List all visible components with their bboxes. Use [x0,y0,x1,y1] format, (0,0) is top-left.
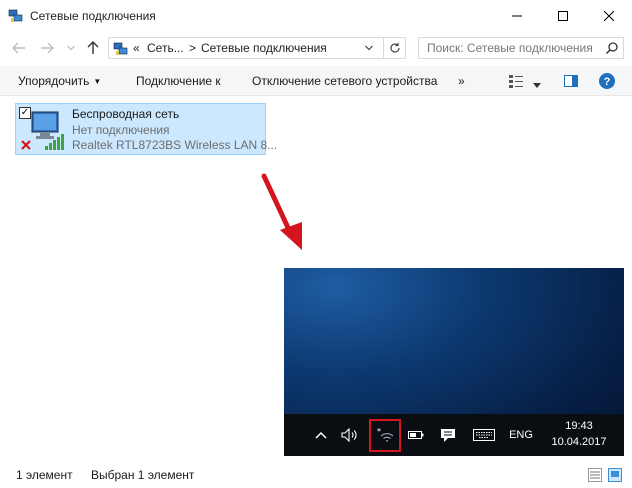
breadcrumb-item-network[interactable]: Сеть... [147,41,184,55]
preview-pane-button[interactable] [563,73,579,89]
speaker-icon [341,428,357,442]
refresh-button[interactable] [384,37,406,59]
status-bar: 1 элемент Выбран 1 элемент [0,462,632,488]
red-arrow-annotation [261,173,302,250]
details-view-icon [509,75,523,88]
connect-to-button[interactable]: Подключение к [136,74,221,88]
help-button[interactable]: ? [598,72,616,90]
battery-button[interactable] [404,414,428,456]
close-button[interactable] [586,0,632,32]
minimize-button[interactable] [494,0,540,32]
volume-button[interactable] [338,414,362,456]
chevron-down-icon [365,45,373,51]
back-button[interactable] [10,39,28,57]
search-input[interactable]: Поиск: Сетевые подключения [418,37,624,59]
chevron-up-icon [315,431,327,439]
details-view-icon [588,468,602,482]
title-bar: Сетевые подключения [0,0,632,32]
chevron-down-icon [67,45,75,51]
connection-item-wireless[interactable]: ✓ Беспроводная сеть Нет подключения Real… [15,103,277,155]
battery-icon [408,431,424,439]
disconnect-device-button[interactable]: Отключение сетевого устройства [252,74,437,88]
connection-name: Беспроводная сеть [72,107,180,121]
command-bar: Упорядочить ▼ Подключение к Отключение се… [0,66,632,96]
forward-arrow-icon [41,42,54,54]
up-arrow-icon [87,41,99,54]
breadcrumb-overflow[interactable]: « [133,41,140,55]
large-icons-view-toggle[interactable] [608,468,622,482]
recent-locations-button[interactable] [62,39,80,57]
view-dropdown-button[interactable] [533,77,543,88]
svg-text:?: ? [604,76,611,88]
help-icon: ? [599,73,615,89]
breadcrumb-item-connections[interactable]: Сетевые подключения [201,41,327,55]
view-options-button[interactable] [508,73,524,89]
organize-label: Упорядочить [18,74,90,88]
clock-time: 19:43 [565,420,593,432]
preview-pane-icon [564,75,578,87]
taskbar: * ENG 19:43 10.04.2017 [284,414,624,456]
network-connections-icon [8,9,23,22]
close-icon [604,11,614,21]
back-arrow-icon [12,42,25,54]
caret-down-icon [533,83,541,88]
address-dropdown-button[interactable] [361,40,377,56]
connection-status: Нет подключения [72,123,170,137]
clock-date: 10.04.2017 [551,436,607,448]
breadcrumb-separator: > [189,41,197,55]
large-icons-view-icon [608,468,622,482]
wireless-adapter-icon [21,111,64,150]
maximize-icon [558,11,568,21]
show-hidden-icons-button[interactable] [310,414,332,456]
window-title: Сетевые подключения [30,9,156,23]
details-view-toggle[interactable] [588,468,602,482]
refresh-icon [389,43,400,53]
selected-count: Выбран 1 элемент [91,468,195,482]
more-commands-button[interactable]: » [458,74,465,88]
search-icon [605,42,618,55]
search-placeholder: Поиск: Сетевые подключения [427,41,593,55]
minimize-icon [512,15,522,17]
organize-menu[interactable]: Упорядочить ▼ [18,74,101,88]
touch-keyboard-button[interactable] [470,414,498,456]
maximize-button[interactable] [540,0,586,32]
keyboard-icon [473,429,495,441]
taskbar-clock[interactable]: 19:43 10.04.2017 [540,418,618,450]
input-language-button[interactable]: ENG [504,414,538,456]
network-connections-icon [113,42,128,55]
action-center-button[interactable] [436,414,460,456]
connection-adapter: Realtek RTL8723BS Wireless LAN 8... [72,138,278,152]
address-bar[interactable]: « Сеть... > Сетевые подключения [108,37,384,59]
caret-down-icon: ▼ [93,77,102,87]
network-icon-highlight [369,419,401,452]
item-count: 1 элемент [16,468,73,482]
notifications-icon [441,428,455,442]
up-button[interactable] [84,39,102,57]
forward-button[interactable] [38,39,56,57]
taskbar-screenshot: * ENG 19:43 10.04.2017 [284,268,624,456]
